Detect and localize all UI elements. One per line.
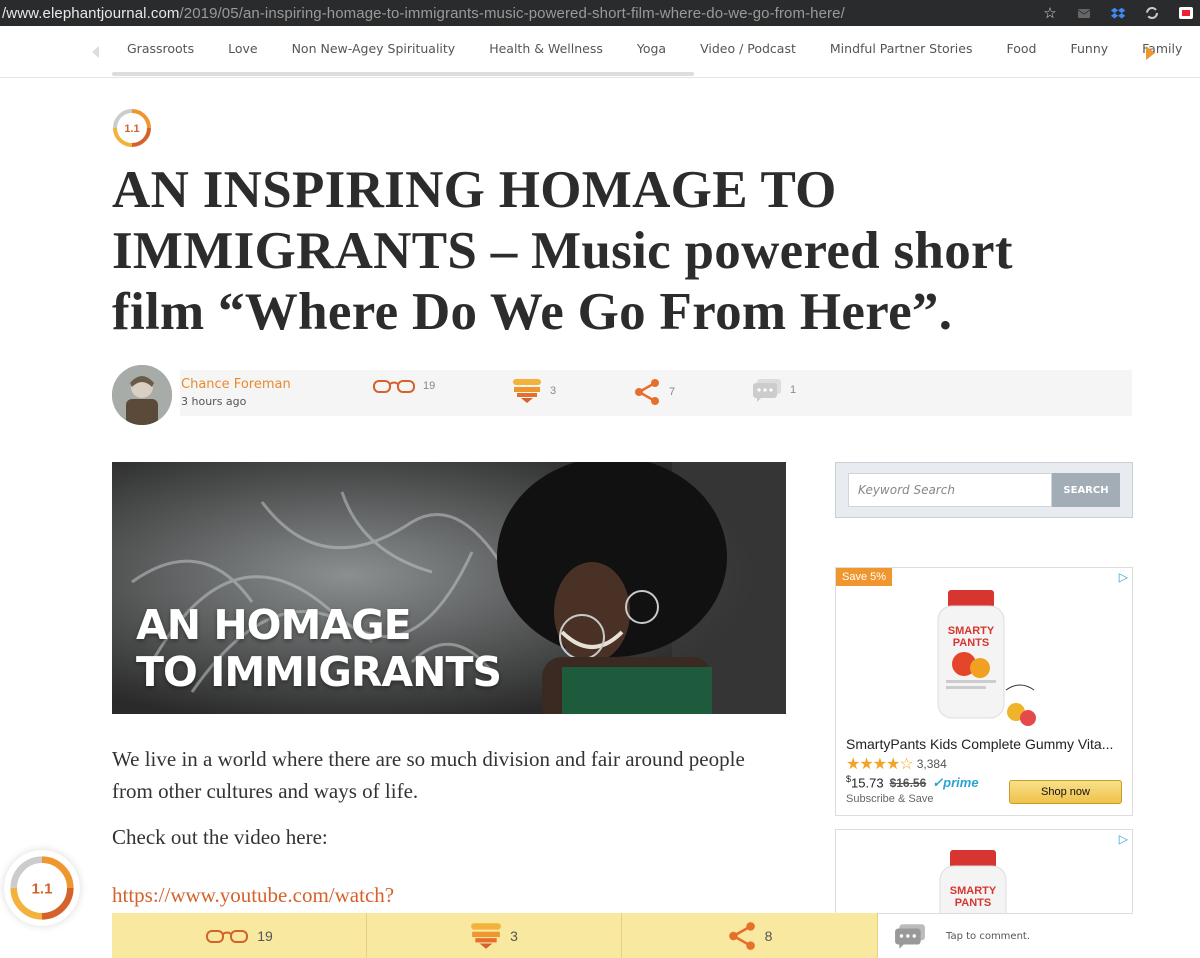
floating-logo-button[interactable]: 1.1 [4, 850, 80, 926]
ad-badge: Save 5% [836, 568, 893, 586]
url-field[interactable]: /www.elephantjournal.com/2019/05/an-insp… [0, 0, 845, 26]
ad2-brand-line2: PANTS [955, 897, 991, 909]
star-icon[interactable]: ☆ [1042, 5, 1058, 22]
bottom-comment-icon [895, 924, 925, 949]
nav-scroll-left-icon[interactable] [92, 46, 99, 58]
nav-item-video[interactable]: Video / Podcast [683, 41, 813, 56]
nav-item-yoga[interactable]: Yoga [620, 41, 683, 56]
envelope-icon[interactable] [1076, 5, 1092, 21]
sidebar-ad[interactable]: Save 5% ▷ SMARTY PANTS SmartyPants Kids … [835, 567, 1133, 816]
shop-now-button[interactable]: Shop now [1009, 780, 1122, 804]
nav-item-love[interactable]: Love [211, 41, 274, 56]
share-icon [635, 379, 659, 405]
bottom-reads[interactable]: 19 [112, 913, 367, 958]
nav-item-family[interactable]: Family [1125, 41, 1199, 56]
nav-item-food[interactable]: Food [989, 41, 1053, 56]
ad-product-name[interactable]: SmartyPants Kids Complete Gummy Vita... [846, 736, 1113, 752]
ad-brand-line1: SMARTY [948, 625, 995, 637]
bottom-heart-icon [471, 922, 502, 949]
nav-item-spirituality[interactable]: Non New-Agey Spirituality [275, 41, 473, 56]
comments-stat[interactable]: 1 [752, 378, 796, 402]
nav-item-mindful[interactable]: Mindful Partner Stories [813, 41, 990, 56]
article-paragraph-2: Check out the video here: [112, 825, 328, 849]
hero-caption-line1: AN HOMAGE [136, 601, 412, 649]
browser-toolbar-icons: ☆ [1042, 0, 1200, 26]
reads-stat[interactable]: 19 [373, 378, 435, 394]
youtube-link[interactable]: https://www.youtube.com/watch? [112, 883, 394, 908]
bottom-hearts-count: 3 [510, 927, 518, 944]
category-nav: Grassroots Love Non New-Agey Spiritualit… [0, 26, 1200, 78]
comment-icon [753, 379, 781, 402]
hearts-count: 3 [550, 385, 557, 397]
bottom-glasses-icon [206, 929, 249, 943]
bottom-share-icon [728, 921, 755, 950]
glasses-icon [373, 380, 415, 393]
avatar[interactable] [112, 365, 172, 425]
ad2-brand-line1: SMARTY [950, 885, 997, 897]
author-name[interactable]: Chance Foreman [181, 377, 291, 392]
shares-stat[interactable]: 7 [633, 378, 675, 406]
site-logo[interactable]: 1.1 [112, 108, 152, 148]
comment-prompt: Tap to comment. [946, 930, 1031, 942]
nav-item-funny[interactable]: Funny [1053, 41, 1125, 56]
extension-icon[interactable] [1178, 5, 1194, 21]
nav-item-grassroots[interactable]: Grassroots [110, 41, 211, 56]
bottom-shares[interactable]: 8 [622, 913, 878, 958]
sync-icon[interactable] [1144, 5, 1160, 21]
ad-price: $15.73 $16.56 ✓prime [846, 774, 979, 791]
nav-scrollbar[interactable] [112, 72, 694, 76]
dropbox-icon[interactable] [1110, 5, 1126, 21]
product-image: SMARTY PANTS [937, 590, 1036, 726]
post-time: 3 hours ago [181, 395, 247, 408]
url-host: /www.elephantjournal.com [2, 4, 180, 22]
bottom-shares-count: 8 [764, 927, 773, 944]
comments-count: 1 [790, 384, 797, 396]
rating-stars: ★★★★☆ [846, 756, 914, 773]
article-title: AN INSPIRING HOMAGE TO IMMIGRANTS – Musi… [112, 161, 1013, 341]
bottom-action-bar: 19 3 8 Tap to comment. [112, 913, 1133, 958]
floating-logo-text: 1.1 [32, 881, 53, 898]
heart-icon [513, 379, 541, 403]
hero-image[interactable]: AN HOMAGE TO IMMIGRANTS [112, 462, 786, 714]
sidebar-search: Keyword Search SEARCH [835, 462, 1133, 518]
shares-count: 7 [669, 386, 676, 398]
subscribe-save: Subscribe & Save [846, 793, 934, 805]
ad-info-icon[interactable]: ▷ [1119, 570, 1128, 584]
bottom-hearts[interactable]: 3 [367, 913, 622, 958]
bottom-reads-count: 19 [257, 927, 273, 944]
reads-count: 19 [423, 380, 436, 392]
ad-rating: ★★★★☆ 3,384 [846, 754, 947, 774]
hero-caption-line2: TO IMMIGRANTS [136, 648, 502, 696]
bottom-comment[interactable]: Tap to comment. [878, 913, 1133, 958]
nav-item-health[interactable]: Health & Wellness [472, 41, 620, 56]
ad2-info-icon[interactable]: ▷ [1119, 832, 1128, 846]
rating-count: 3,384 [916, 757, 947, 771]
search-button[interactable]: SEARCH [1052, 473, 1120, 507]
category-list: Grassroots Love Non New-Agey Spiritualit… [110, 26, 1199, 70]
logo-text: 1.1 [124, 123, 139, 135]
old-price: $16.56 [889, 776, 927, 791]
hearts-stat[interactable]: 3 [512, 378, 556, 404]
browser-url-bar: /www.elephantjournal.com/2019/05/an-insp… [0, 0, 1200, 26]
url-path: /2019/05/an-inspiring-homage-to-immigran… [179, 4, 845, 22]
price-value: 15.73 [851, 775, 884, 791]
article-paragraph-1: We live in a world where there are so mu… [112, 747, 745, 803]
nav-scroll-right-icon[interactable] [1146, 46, 1155, 60]
search-input[interactable]: Keyword Search [848, 473, 1052, 507]
prime-badge: ✓prime [932, 775, 979, 791]
hero-caption: AN HOMAGE TO IMMIGRANTS [136, 601, 502, 696]
ad-brand-line2: PANTS [953, 637, 989, 649]
